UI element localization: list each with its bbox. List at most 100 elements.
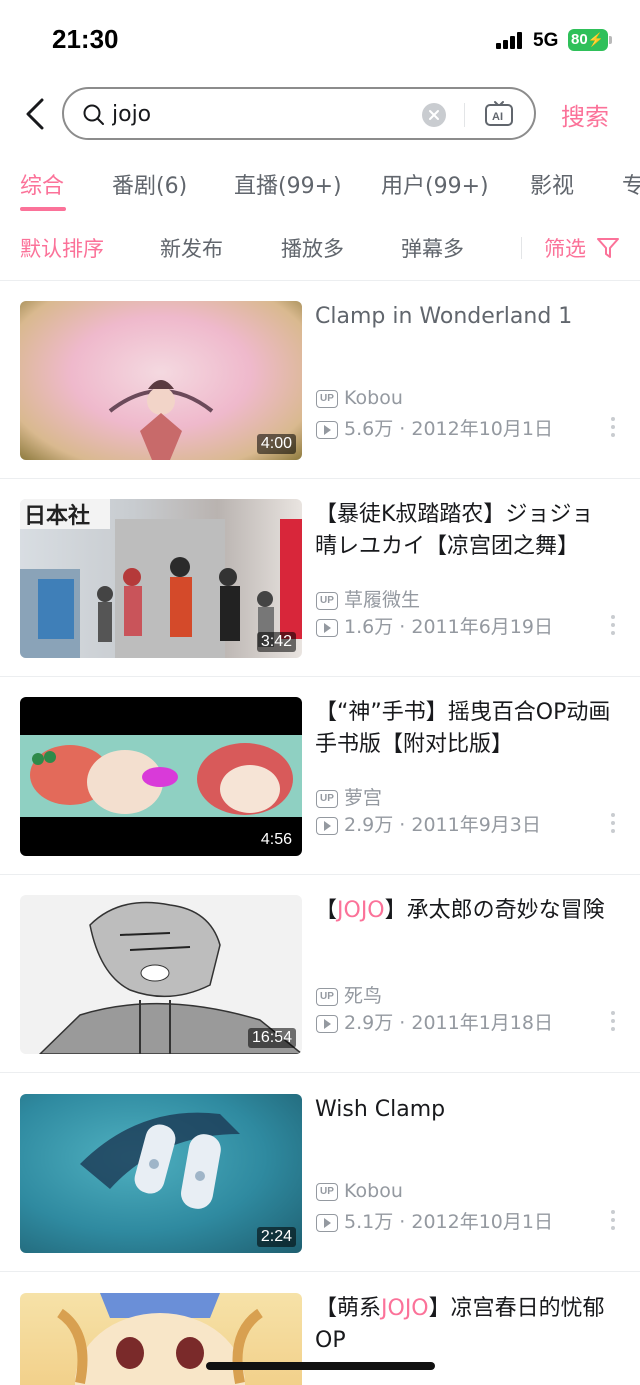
title-keyword-highlight: JOJO xyxy=(337,898,385,923)
sort-bar: 默认排序 新发布 播放多 弹幕多 筛选 xyxy=(0,225,640,271)
video-title[interactable]: Clamp in Wonderland 1 xyxy=(315,301,615,333)
filter-icon[interactable] xyxy=(596,237,620,259)
sort-default[interactable]: 默认排序 xyxy=(20,233,104,263)
view-count: 2.9万 xyxy=(344,814,394,836)
video-stats: 1.6万 · 2011年6月19日 xyxy=(316,612,553,638)
more-icon[interactable] xyxy=(608,615,618,637)
view-count: 1.6万 xyxy=(344,616,394,638)
author-name: 萝宫 xyxy=(344,787,383,809)
tab-bangumi[interactable]: 番剧(6) xyxy=(112,168,187,200)
battery-tip xyxy=(609,36,612,44)
status-time: 21:30 xyxy=(52,24,119,54)
author-name: 死鸟 xyxy=(344,985,383,1007)
dot-separator: · xyxy=(399,616,406,638)
publish-date: 2011年9月3日 xyxy=(411,814,541,836)
video-author[interactable]: UP Kobou xyxy=(316,1180,403,1204)
thumbnail-art xyxy=(57,1293,263,1385)
video-thumbnail[interactable] xyxy=(20,1293,302,1385)
video-duration: 4:00 xyxy=(256,434,296,454)
more-icon[interactable] xyxy=(608,417,618,439)
up-badge-icon: UP xyxy=(316,591,338,610)
video-card[interactable]: 4:00 Clamp in Wonderland 1 UP Kobou 5.6万 … xyxy=(0,281,640,479)
sort-most-played[interactable]: 播放多 xyxy=(281,233,344,263)
divider xyxy=(0,1072,640,1073)
video-duration: 3:42 xyxy=(256,632,296,652)
search-button[interactable]: 搜索 xyxy=(561,97,609,132)
dot-separator: · xyxy=(399,814,406,836)
video-card[interactable]: 2:24 Wish Clamp UP Kobou 5.1万 · 2012年10月1… xyxy=(0,1074,640,1272)
search-divider xyxy=(464,103,465,127)
search-tabs: 综合 番剧(6) 直播(99+) 用户(99+) 影视 专 xyxy=(0,164,640,214)
search-icon xyxy=(83,104,104,125)
publish-date: 2012年10月1日 xyxy=(411,418,553,440)
title-keyword-highlight: JOJO xyxy=(381,1296,429,1321)
chevron-left-icon xyxy=(26,98,44,130)
up-badge-icon: UP xyxy=(316,987,338,1006)
author-name: Kobou xyxy=(344,387,403,409)
more-icon[interactable] xyxy=(608,1011,618,1033)
video-title[interactable]: 【JOJO】承太郎の奇妙な冒険 xyxy=(315,895,615,927)
back-button[interactable] xyxy=(18,92,58,136)
play-count-icon xyxy=(316,618,338,637)
video-author[interactable]: UP 草履微生 xyxy=(316,585,420,611)
video-stats: 5.6万 · 2012年10月1日 xyxy=(316,414,553,440)
dot-separator: · xyxy=(399,1012,406,1034)
tab-users[interactable]: 用户(99+) xyxy=(381,168,489,200)
publish-date: 2011年1月18日 xyxy=(411,1012,553,1034)
tab-live[interactable]: 直播(99+) xyxy=(234,168,342,200)
more-icon[interactable] xyxy=(608,1210,618,1232)
up-badge-icon: UP xyxy=(316,389,338,408)
divider xyxy=(0,1271,640,1272)
video-author[interactable]: UP 萝宫 xyxy=(316,783,383,809)
sort-newest[interactable]: 新发布 xyxy=(160,233,223,263)
clear-icon[interactable] xyxy=(422,103,446,127)
ai-search-icon[interactable]: AI xyxy=(484,100,514,128)
video-stats: 2.9万 · 2011年1月18日 xyxy=(316,1008,553,1034)
video-thumbnail[interactable]: 4:00 xyxy=(20,301,302,460)
play-count-icon xyxy=(316,1213,338,1232)
dot-separator: · xyxy=(399,418,406,440)
video-duration: 16:54 xyxy=(247,1028,296,1048)
title-text: 】承太郎の奇妙な冒険 xyxy=(384,898,605,923)
view-count: 5.6万 xyxy=(344,418,394,440)
video-card[interactable]: 16:54 【JOJO】承太郎の奇妙な冒険 UP 死鸟 2.9万 · 2011年1… xyxy=(0,875,640,1073)
video-duration: 2:24 xyxy=(256,1227,296,1247)
video-stats: 2.9万 · 2011年9月3日 xyxy=(316,810,541,836)
video-author[interactable]: UP 死鸟 xyxy=(316,981,383,1007)
filter-button[interactable]: 筛选 xyxy=(544,233,586,263)
up-badge-icon: UP xyxy=(316,789,338,808)
search-input[interactable] xyxy=(112,98,412,130)
dot-separator: · xyxy=(399,1211,406,1233)
sort-divider xyxy=(521,237,522,259)
publish-date: 2012年10月1日 xyxy=(411,1211,553,1233)
battery-level: 80 xyxy=(571,31,588,48)
video-thumbnail[interactable]: 16:54 xyxy=(20,895,302,1054)
title-text: 【 xyxy=(315,898,338,923)
title-text: 【萌系 xyxy=(315,1296,382,1321)
video-stats: 5.1万 · 2012年10月1日 xyxy=(316,1207,553,1233)
sort-most-danmaku[interactable]: 弹幕多 xyxy=(401,233,464,263)
video-thumbnail[interactable]: 日本社 3:42 xyxy=(20,499,302,658)
tab-all[interactable]: 综合 xyxy=(20,168,64,200)
up-badge-icon: UP xyxy=(316,1182,338,1201)
tab-movies[interactable]: 影视 xyxy=(530,168,574,200)
video-title[interactable]: 【暴徒K叔踏踏农】ジョジョ晴レユカイ【凉宫团之舞】 xyxy=(315,499,615,563)
video-thumbnail[interactable]: 2:24 xyxy=(20,1094,302,1253)
more-icon[interactable] xyxy=(608,813,618,835)
video-title[interactable]: 【萌系JOJO】凉宫春日的忧郁OP xyxy=(315,1293,615,1357)
svg-text:日本社: 日本社 xyxy=(24,503,90,529)
video-author[interactable]: UP Kobou xyxy=(316,387,403,411)
search-bar[interactable]: AI xyxy=(62,87,536,140)
svg-text:AI: AI xyxy=(492,111,503,123)
video-title[interactable]: Wish Clamp xyxy=(315,1094,615,1126)
video-card[interactable]: 日本社 3:42 【暴徒K叔踏踏农】ジョジョ晴レユカイ【凉宫团之舞】 UP 草履微… xyxy=(0,479,640,677)
tab-special[interactable]: 专 xyxy=(622,168,640,200)
tab-indicator xyxy=(20,207,66,211)
video-card[interactable]: 4:56 【“神”手书】摇曳百合OP动画手书版【附对比版】 UP 萝宫 2.9万 … xyxy=(0,677,640,875)
play-count-icon xyxy=(316,420,338,439)
battery-icon: 80⚡ xyxy=(568,29,608,51)
status-bar: 21:30 5G 80⚡ xyxy=(0,0,640,80)
network-type: 5G xyxy=(533,30,559,51)
video-title[interactable]: 【“神”手书】摇曳百合OP动画手书版【附对比版】 xyxy=(315,697,615,761)
video-thumbnail[interactable]: 4:56 xyxy=(20,697,302,856)
